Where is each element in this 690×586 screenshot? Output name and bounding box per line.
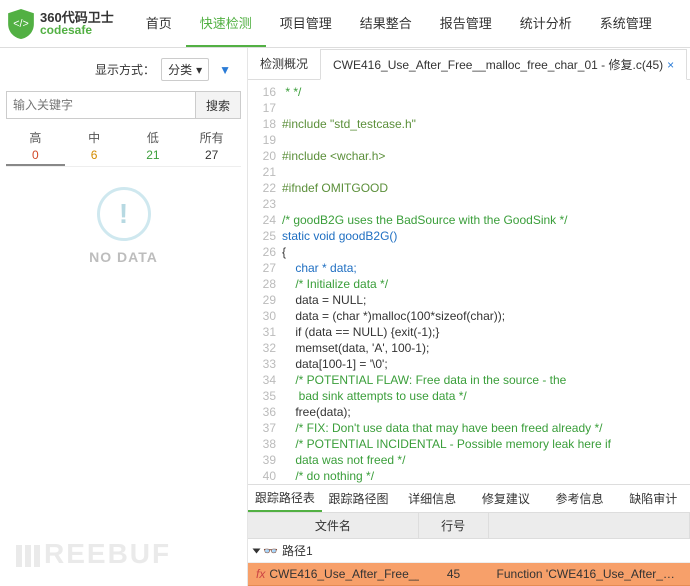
tab-file[interactable]: CWE416_Use_After_Free__malloc_free_char_… bbox=[320, 49, 687, 80]
left-panel: 显示方式： 分类 ▾ ▼ 搜索 高 0 中 6 低 21 bbox=[0, 48, 248, 586]
trace-desc: Function 'CWE416_Use_After_Free__mall… bbox=[489, 563, 690, 585]
code-body: * */#include "std_testcase.h"#include <w… bbox=[282, 84, 690, 484]
trace-row[interactable]: fx CWE416_Use_After_Free__malloc_fre… 45… bbox=[248, 563, 690, 586]
nav-item[interactable]: 系统管理 bbox=[586, 0, 666, 47]
tab-overview[interactable]: 检测概况 bbox=[248, 48, 320, 79]
bottom-tab[interactable]: 详细信息 bbox=[395, 485, 469, 512]
logo: </> 360代码卫士 codesafe bbox=[8, 9, 114, 39]
nav-item[interactable]: 统计分析 bbox=[506, 0, 586, 47]
logo-text: 360代码卫士 codesafe bbox=[40, 11, 114, 36]
nav-item[interactable]: 快速检测 bbox=[186, 0, 266, 47]
severity-medium[interactable]: 中 6 bbox=[65, 125, 124, 166]
bottom-tab[interactable]: 参考信息 bbox=[543, 485, 617, 512]
bottom-panel: 跟踪路径表跟踪路径图详细信息修复建议参考信息缺陷审计 文件名 行号 👓 路径1 … bbox=[248, 484, 690, 586]
editor-tabs: 检测概况 CWE416_Use_After_Free__malloc_free_… bbox=[248, 48, 690, 80]
severity-count: 21 bbox=[124, 148, 183, 162]
binoculars-icon: 👓 bbox=[263, 544, 278, 558]
display-mode-row: 显示方式： 分类 ▾ ▼ bbox=[6, 54, 241, 85]
expand-icon bbox=[253, 548, 261, 553]
bottom-tab[interactable]: 跟踪路径图 bbox=[322, 485, 396, 512]
main-nav: 首页快速检测项目管理结果整合报告管理统计分析系统管理 bbox=[132, 0, 666, 47]
right-panel: 检测概况 CWE416_Use_After_Free__malloc_free_… bbox=[248, 48, 690, 586]
trace-line: 45 bbox=[419, 563, 489, 585]
app-header: </> 360代码卫士 codesafe 首页快速检测项目管理结果整合报告管理统… bbox=[0, 0, 690, 48]
search-row: 搜索 bbox=[6, 91, 241, 119]
bottom-tab[interactable]: 修复建议 bbox=[469, 485, 543, 512]
col-filename: 文件名 bbox=[248, 513, 419, 538]
bottom-tab[interactable]: 缺陷审计 bbox=[616, 485, 690, 512]
nav-item[interactable]: 项目管理 bbox=[266, 0, 346, 47]
col-lineno: 行号 bbox=[419, 513, 489, 538]
bottom-tabs: 跟踪路径表跟踪路径图详细信息修复建议参考信息缺陷审计 bbox=[248, 485, 690, 513]
bottom-tab[interactable]: 跟踪路径表 bbox=[248, 485, 322, 512]
nav-item[interactable]: 报告管理 bbox=[426, 0, 506, 47]
severity-label: 中 bbox=[65, 129, 124, 146]
col-desc bbox=[489, 513, 690, 538]
code-viewer[interactable]: 1617181920212223242526272829303132333435… bbox=[248, 80, 690, 484]
severity-high[interactable]: 高 0 bbox=[6, 125, 65, 166]
severity-count: 0 bbox=[6, 148, 65, 162]
select-value: 分类 bbox=[168, 61, 192, 78]
tab-file-title: CWE416_Use_After_Free__malloc_free_char_… bbox=[333, 56, 663, 73]
severity-tabs: 高 0 中 6 低 21 所有 27 bbox=[6, 125, 241, 167]
severity-label: 低 bbox=[124, 129, 183, 146]
function-icon: fx bbox=[256, 567, 265, 581]
logo-en: codesafe bbox=[40, 24, 114, 36]
search-button[interactable]: 搜索 bbox=[195, 92, 240, 118]
line-gutter: 1617181920212223242526272829303132333435… bbox=[248, 84, 282, 484]
severity-count: 27 bbox=[182, 148, 241, 162]
severity-count: 6 bbox=[65, 148, 124, 162]
path-group-row[interactable]: 👓 路径1 bbox=[248, 539, 690, 563]
nav-item[interactable]: 结果整合 bbox=[346, 0, 426, 47]
severity-label: 高 bbox=[6, 129, 65, 146]
filter-icon[interactable]: ▼ bbox=[215, 63, 235, 77]
path-label: 路径1 bbox=[282, 542, 313, 559]
severity-low[interactable]: 低 21 bbox=[124, 125, 183, 166]
svg-text:</>: </> bbox=[13, 18, 28, 30]
trace-table-header: 文件名 行号 bbox=[248, 513, 690, 539]
nav-item[interactable]: 首页 bbox=[132, 0, 186, 47]
severity-all[interactable]: 所有 27 bbox=[182, 125, 241, 166]
severity-label: 所有 bbox=[182, 129, 241, 146]
search-input[interactable] bbox=[7, 92, 195, 118]
close-icon[interactable]: × bbox=[667, 58, 674, 72]
no-data-placeholder: ! NO DATA bbox=[6, 167, 241, 580]
no-data-text: NO DATA bbox=[89, 249, 158, 265]
shield-icon: </> bbox=[8, 9, 34, 39]
display-mode-label: 显示方式： bbox=[95, 61, 155, 78]
trace-file: fx CWE416_Use_After_Free__malloc_fre… bbox=[248, 563, 419, 585]
chevron-down-icon: ▾ bbox=[196, 63, 202, 77]
exclamation-icon: ! bbox=[97, 187, 151, 241]
display-mode-select[interactable]: 分类 ▾ bbox=[161, 58, 209, 81]
trace-file-text: CWE416_Use_After_Free__malloc_fre… bbox=[269, 567, 418, 581]
